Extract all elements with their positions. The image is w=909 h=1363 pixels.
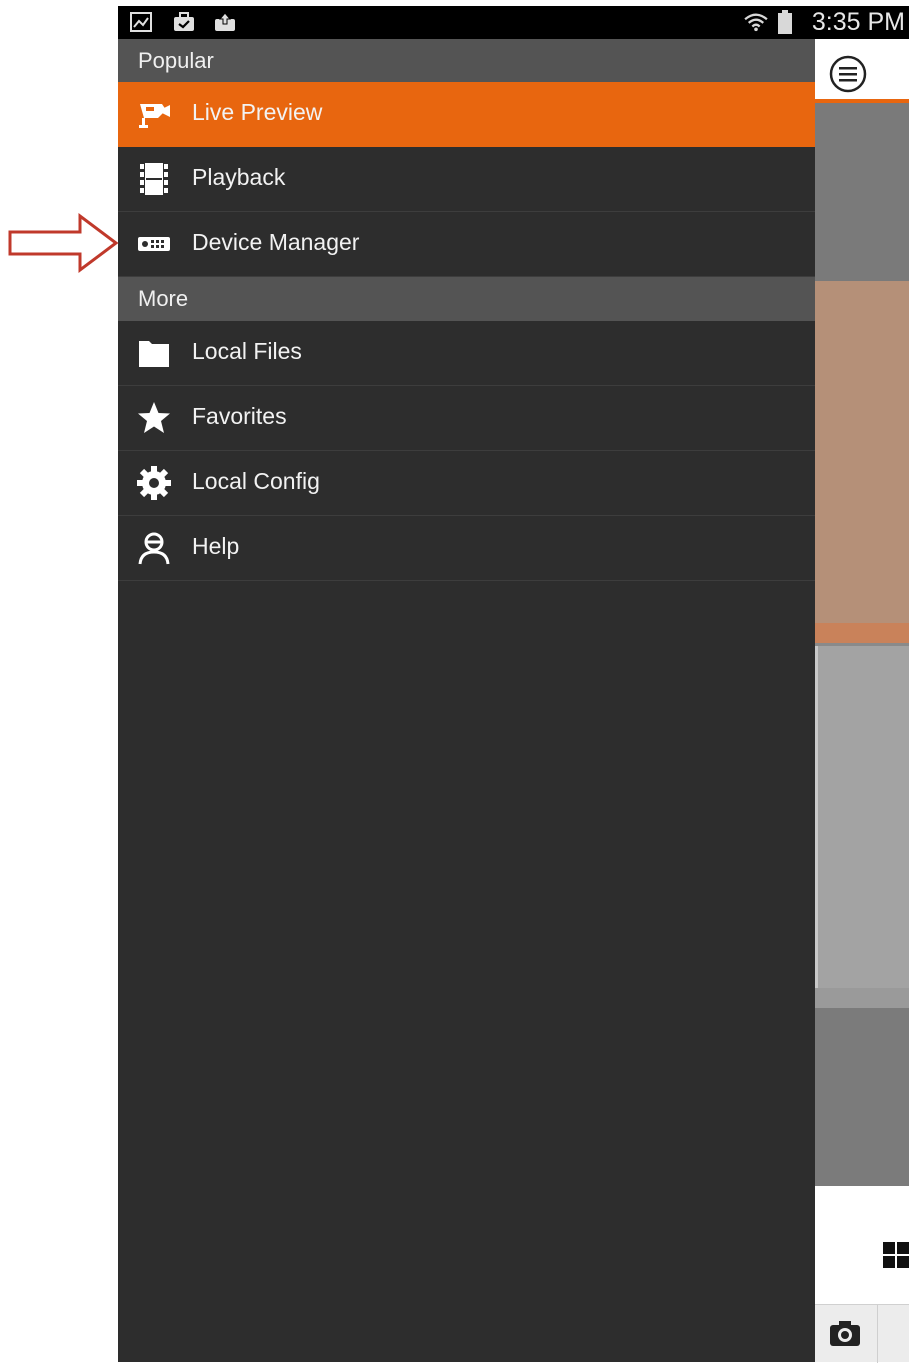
- toolbar-separator: [877, 1305, 878, 1363]
- menu-item-label: Local Config: [192, 468, 320, 494]
- menu-item-local-files[interactable]: Local Files: [118, 321, 815, 386]
- status-bar: 3:35 PM: [118, 6, 909, 39]
- menu-item-help[interactable]: Help: [118, 516, 815, 581]
- video-pane-divider: [815, 623, 909, 643]
- annotation-arrow-icon: [8, 213, 119, 273]
- grid-layout-icon[interactable]: [883, 1242, 909, 1268]
- menu-item-label: Live Preview: [192, 99, 323, 125]
- top-toolbar: [815, 39, 909, 99]
- gallery-icon: [130, 12, 152, 32]
- film-strip-icon: [139, 163, 169, 195]
- video-pane-divider: [815, 988, 909, 1008]
- video-pane-1[interactable]: [815, 103, 909, 281]
- section-header-popular: Popular: [118, 39, 815, 82]
- main-content-panel: [815, 39, 909, 1363]
- video-pane-4[interactable]: [815, 1008, 909, 1186]
- menu-item-live-preview[interactable]: Live Preview: [118, 82, 815, 147]
- menu-item-device-manager[interactable]: Device Manager: [118, 212, 815, 277]
- wifi-icon: [744, 13, 768, 32]
- menu-item-label: Local Files: [192, 338, 302, 364]
- bottom-toolbar: [815, 1304, 909, 1363]
- person-help-icon: [138, 532, 170, 565]
- menu-item-favorites[interactable]: Favorites: [118, 386, 815, 451]
- device-recorder-icon: [138, 237, 170, 251]
- gear-icon: [137, 466, 171, 500]
- camera-snapshot-icon[interactable]: [829, 1319, 861, 1347]
- menu-item-label: Help: [192, 533, 240, 559]
- briefcase-upload-icon: [215, 12, 235, 31]
- video-pane-2[interactable]: [815, 281, 909, 623]
- hamburger-menu-icon[interactable]: [829, 55, 867, 93]
- menu-item-playback[interactable]: Playback: [118, 147, 815, 212]
- status-clock: 3:35 PM: [811, 8, 905, 36]
- folder-icon: [139, 341, 169, 367]
- star-icon: [138, 402, 170, 433]
- menu-item-local-config[interactable]: Local Config: [118, 451, 815, 516]
- menu-item-label: Favorites: [192, 403, 287, 429]
- briefcase-check-icon: [174, 12, 194, 31]
- navigation-drawer: Popular Live Preview Playback Device Man…: [118, 39, 815, 1362]
- section-header-more: More: [118, 277, 815, 321]
- menu-item-label: Playback: [192, 164, 286, 190]
- cctv-camera-icon: [139, 104, 170, 128]
- layout-toolbar: [815, 1186, 909, 1304]
- menu-item-label: Device Manager: [192, 229, 360, 255]
- battery-icon: [778, 10, 792, 34]
- video-pane-3[interactable]: [815, 646, 909, 988]
